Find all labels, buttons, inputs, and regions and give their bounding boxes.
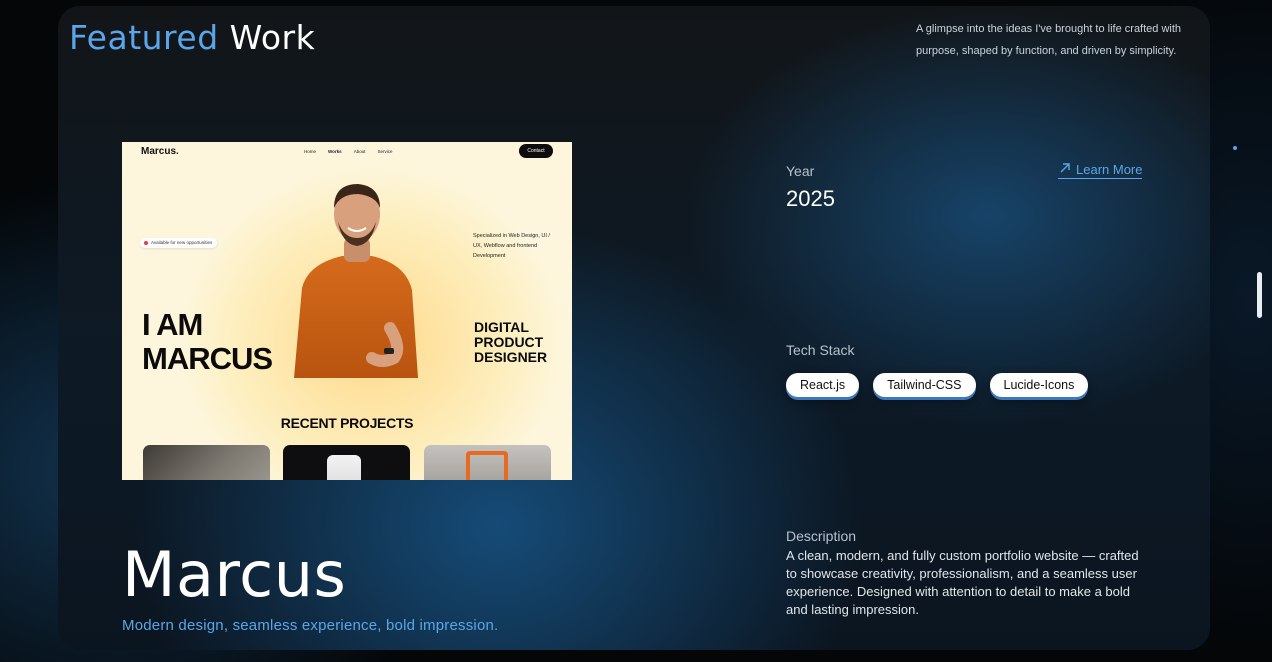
- preview-nav-item: Works: [328, 149, 342, 154]
- arrow-up-right-icon: [1060, 163, 1070, 173]
- tech-stack-label: Tech Stack: [786, 342, 855, 358]
- scroll-indicator-dot: [1233, 146, 1237, 150]
- year-value: 2025: [786, 186, 835, 211]
- preview-nav-item: About: [353, 149, 366, 154]
- section-title-accent: Featured: [69, 18, 219, 57]
- section-title: Featured Work: [69, 18, 315, 57]
- project-tagline: Modern design, seamless experience, bold…: [122, 617, 499, 634]
- preview-logo: Marcus.: [141, 146, 179, 157]
- preview-specialty: Specialized in Web Design, UI / UX, Webf…: [473, 233, 550, 259]
- preview-project-thumbnail: [143, 445, 270, 480]
- project-preview-image[interactable]: Marcus. Home Works About Service Contact…: [122, 142, 572, 480]
- preview-recent-projects-heading: RECENT PROJECTS: [280, 415, 414, 431]
- learn-more-link[interactable]: Learn More: [1058, 162, 1143, 179]
- tech-chip: React.js: [786, 373, 860, 397]
- preview-role-line: DESIGNER: [474, 349, 548, 365]
- year-label: Year: [786, 163, 815, 179]
- tech-chip: Tailwind-CSS: [873, 373, 976, 397]
- description-label: Description: [786, 528, 857, 544]
- section-title-rest: Work: [229, 18, 316, 57]
- project-name: Marcus: [122, 538, 347, 611]
- preview-role-line: PRODUCT: [474, 334, 544, 350]
- preview-role: DIGITAL PRODUCT DESIGNER: [474, 320, 547, 365]
- preview-nav-item: Home: [304, 149, 317, 154]
- tech-stack-list: React.js Tailwind-CSS Lucide-Icons: [786, 373, 1089, 397]
- preview-headline: I AM MARCUS: [142, 307, 273, 376]
- preview-nav-item: Service: [377, 149, 393, 154]
- featured-work-card: Featured Work A glimpse into the ideas I…: [58, 6, 1210, 650]
- description-text: A clean, modern, and fully custom portfo…: [786, 548, 1139, 617]
- preview-contact-button: Contact: [519, 144, 553, 158]
- scrollbar-thumb[interactable]: [1257, 272, 1262, 318]
- learn-more-label: Learn More: [1076, 162, 1143, 177]
- preview-project-thumbnail: [283, 445, 410, 480]
- section-intro: A glimpse into the ideas I've brought to…: [916, 23, 1182, 57]
- preview-project-thumbnail: [424, 445, 551, 480]
- tech-chip: Lucide-Icons: [989, 373, 1089, 397]
- person-portrait-icon: [294, 184, 418, 378]
- preview-nav: Home Works About Service: [304, 149, 392, 154]
- status-dot-icon: [144, 240, 148, 245]
- preview-badge-text: Available for new opportunities: [151, 240, 213, 245]
- preview-headline-line: I AM: [142, 307, 203, 342]
- preview-role-line: DIGITAL: [474, 319, 529, 335]
- preview-headline-line: MARCUS: [142, 341, 273, 376]
- preview-availability-badge: Available for new opportunities: [140, 238, 218, 248]
